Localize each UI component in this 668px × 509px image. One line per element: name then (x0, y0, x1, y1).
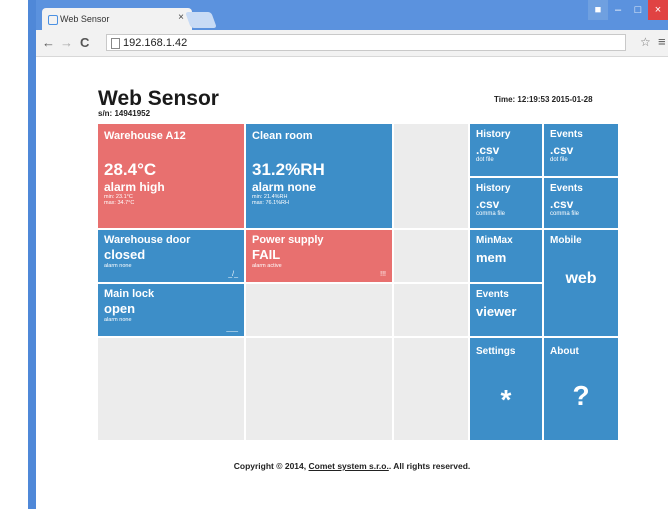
tile-title: Settings (476, 346, 516, 357)
tile-max: max: 76.1%RH (252, 200, 289, 206)
tile-ext: .csv (476, 143, 500, 157)
tile-title: Main lock (104, 288, 155, 300)
tile-power-supply[interactable]: Power supply FAIL alarm active !!! (246, 230, 392, 282)
settings-button[interactable]: Settings * (470, 338, 542, 440)
empty-tile (394, 284, 468, 336)
bookmark-star-icon[interactable]: ☆ (640, 35, 651, 49)
close-window-button[interactable]: × (648, 0, 668, 20)
minmax-mem-button[interactable]: MinMax mem (470, 230, 542, 282)
empty-tile (246, 338, 392, 440)
tile-title: History (476, 129, 511, 140)
question-mark-icon: ? (572, 380, 590, 411)
title-bar: Web Sensor × ■ – □ × (36, 0, 668, 30)
history-comma-csv-button[interactable]: History .csv comma file (470, 178, 542, 228)
tile-title: Events (550, 129, 583, 140)
events-dot-csv-button[interactable]: Events .csv dot file (544, 124, 618, 176)
tab-title: Web Sensor (60, 14, 110, 24)
new-tab-button[interactable] (185, 12, 217, 28)
page-title: Web Sensor (98, 87, 219, 110)
window-frame (28, 0, 36, 509)
empty-tile (394, 338, 468, 440)
tile-alarm: alarm none (104, 317, 132, 323)
browser-window: Web Sensor × ■ – □ × ← → C 192.168.1.42 … (36, 0, 668, 509)
tile-alarm: alarm high (104, 180, 165, 194)
favicon-icon (48, 15, 58, 25)
mobile-web-button[interactable]: Mobile web (544, 230, 618, 336)
tile-label: mem (476, 250, 507, 265)
about-button[interactable]: About ? (544, 338, 618, 440)
tile-value: 31.2%RH (252, 160, 325, 179)
tile-warehouse-a12[interactable]: Warehouse A12 28.4°C alarm high min: 23.… (98, 124, 244, 228)
minimize-button[interactable]: – (608, 0, 628, 20)
page-icon (111, 38, 120, 49)
back-icon[interactable]: ← (42, 35, 55, 50)
events-viewer-button[interactable]: Events viewer (470, 284, 542, 336)
alarm-icon: !!! (380, 271, 386, 278)
tile-title: Mobile (550, 235, 582, 246)
user-icon[interactable]: ■ (588, 0, 608, 20)
tile-title: Events (476, 289, 509, 300)
rights-text: All rights reserved. (393, 461, 471, 471)
tab-close-icon[interactable]: × (178, 12, 184, 23)
window-controls: ■ – □ × (588, 0, 668, 20)
copyright-text: Copyright © 2014, (233, 461, 307, 471)
tile-sub: dot file (550, 157, 568, 163)
browser-tab[interactable]: Web Sensor × (42, 8, 192, 30)
tile-alarm: alarm none (252, 180, 317, 194)
tile-title: Warehouse A12 (104, 130, 186, 142)
empty-tile (246, 284, 392, 336)
url-text: 192.168.1.42 (123, 37, 188, 49)
tile-title: Warehouse door (104, 234, 191, 246)
tile-sub: dot file (476, 157, 494, 163)
tile-value: open (104, 301, 136, 316)
tile-alarm: alarm none (104, 263, 132, 269)
tile-clean-room[interactable]: Clean room 31.2%RH alarm none min: 21.4%… (246, 124, 392, 228)
history-dot-csv-button[interactable]: History .csv dot file (470, 124, 542, 176)
url-input[interactable]: 192.168.1.42 (106, 34, 626, 51)
door-state-icon: _/_ (228, 271, 238, 278)
tile-warehouse-door[interactable]: Warehouse door closed alarm none _/_ (98, 230, 244, 282)
company-link[interactable]: Comet system s.r.o. (309, 461, 389, 471)
tile-ext: .csv (476, 197, 500, 211)
tile-value: 28.4°C (104, 160, 157, 179)
page-content: Web Sensor s/n: 14941952 Time: 12:19:53 … (36, 57, 668, 509)
maximize-button[interactable]: □ (628, 0, 648, 20)
address-bar: ← → C 192.168.1.42 ☆ ≡ (36, 30, 668, 57)
tile-sub: comma file (550, 211, 580, 217)
tile-title: Power supply (252, 234, 324, 246)
tile-ext: .csv (550, 197, 574, 211)
tile-title: About (550, 346, 579, 357)
reload-icon[interactable]: C (80, 35, 89, 50)
events-comma-csv-button[interactable]: Events .csv comma file (544, 178, 618, 228)
tile-title: Clean room (252, 130, 313, 142)
lock-state-icon: ___ (226, 325, 238, 332)
time-display: Time: 12:19:53 2015-01-28 (494, 95, 593, 104)
empty-tile (98, 338, 244, 440)
asterisk-icon: * (500, 384, 512, 415)
sensor-grid: Warehouse A12 28.4°C alarm high min: 23.… (98, 124, 618, 440)
tile-max: max: 34.7°C (104, 200, 135, 206)
forward-icon[interactable]: → (60, 35, 73, 50)
tile-label: web (565, 270, 597, 287)
empty-tile (394, 230, 468, 282)
tile-value: closed (104, 247, 146, 262)
tile-sub: comma file (476, 211, 506, 217)
tile-value: FAIL (252, 247, 281, 262)
empty-tile (394, 124, 468, 228)
menu-icon[interactable]: ≡ (658, 34, 666, 49)
tile-title: MinMax (476, 235, 513, 246)
tile-title: Events (550, 183, 583, 194)
tile-alarm: alarm active (252, 263, 282, 269)
tile-title: History (476, 183, 511, 194)
footer: Copyright © 2014, Comet system s.r.o.. A… (36, 461, 668, 471)
tile-label: viewer (476, 304, 517, 319)
tile-ext: .csv (550, 143, 574, 157)
tile-main-lock[interactable]: Main lock open alarm none ___ (98, 284, 244, 336)
serial-number: s/n: 14941952 (98, 109, 151, 118)
